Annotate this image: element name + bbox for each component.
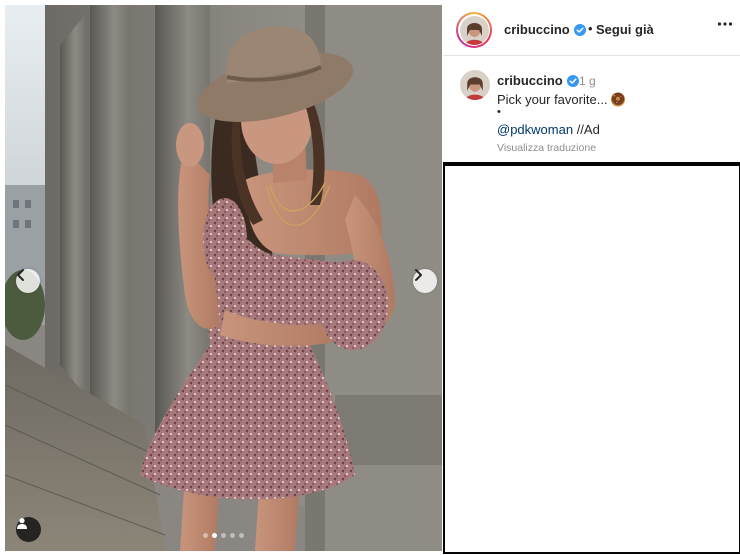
donut-emoji	[610, 91, 626, 110]
caption-mention-line: @pdkwoman //Ad	[497, 122, 600, 137]
caption-username-text[interactable]: cribuccino	[497, 73, 563, 88]
caption-text: Pick your favorite...	[497, 91, 626, 110]
post-header: cribuccino • Segui già	[443, 3, 740, 56]
comments-area	[443, 166, 740, 552]
header-username-text[interactable]: cribuccino	[504, 22, 570, 37]
post-sidebar: cribuccino • Segui già cribuccino 1 g Pi…	[443, 3, 740, 555]
caption-text-body: Pick your favorite...	[497, 92, 608, 107]
instagram-post-frame: cribuccino • Segui già cribuccino 1 g Pi…	[0, 0, 740, 555]
carousel-indicator	[203, 533, 244, 538]
mention-link[interactable]: @pdkwoman	[497, 122, 573, 137]
mention-suffix: //Ad	[573, 122, 600, 137]
caption-bullet: •	[497, 106, 501, 118]
verified-badge-icon	[573, 24, 586, 39]
caption-username[interactable]: cribuccino	[497, 73, 579, 90]
post-caption: cribuccino 1 g Pick your favorite... • @…	[443, 56, 740, 161]
avatar	[459, 15, 489, 45]
carousel-dot-active	[212, 533, 217, 538]
carousel-prev-button[interactable]	[16, 269, 40, 293]
caption-avatar[interactable]	[460, 70, 490, 100]
user-tags-button[interactable]	[16, 517, 41, 542]
post-photo[interactable]	[5, 5, 442, 551]
bottom-border	[443, 552, 740, 554]
header-username[interactable]: cribuccino	[504, 22, 586, 39]
carousel-next-button[interactable]	[413, 269, 437, 293]
more-horizontal-icon	[717, 22, 733, 26]
chevron-right-icon	[415, 269, 422, 281]
verified-badge-icon	[566, 75, 579, 90]
carousel-dot	[221, 533, 226, 538]
caption-time[interactable]: 1 g	[579, 74, 596, 88]
view-translation-link[interactable]: Visualizza traduzione	[497, 142, 596, 154]
carousel-dot	[239, 533, 244, 538]
more-options-button[interactable]	[717, 16, 733, 37]
carousel-dot	[230, 533, 235, 538]
post-photo-illustration	[5, 5, 442, 551]
user-tag-icon	[17, 518, 27, 529]
header-separator: •	[588, 21, 593, 36]
story-ring-avatar[interactable]	[456, 12, 492, 48]
chevron-left-icon	[17, 269, 24, 281]
follow-status-button[interactable]: Segui già	[596, 22, 654, 37]
carousel-dot	[203, 533, 208, 538]
